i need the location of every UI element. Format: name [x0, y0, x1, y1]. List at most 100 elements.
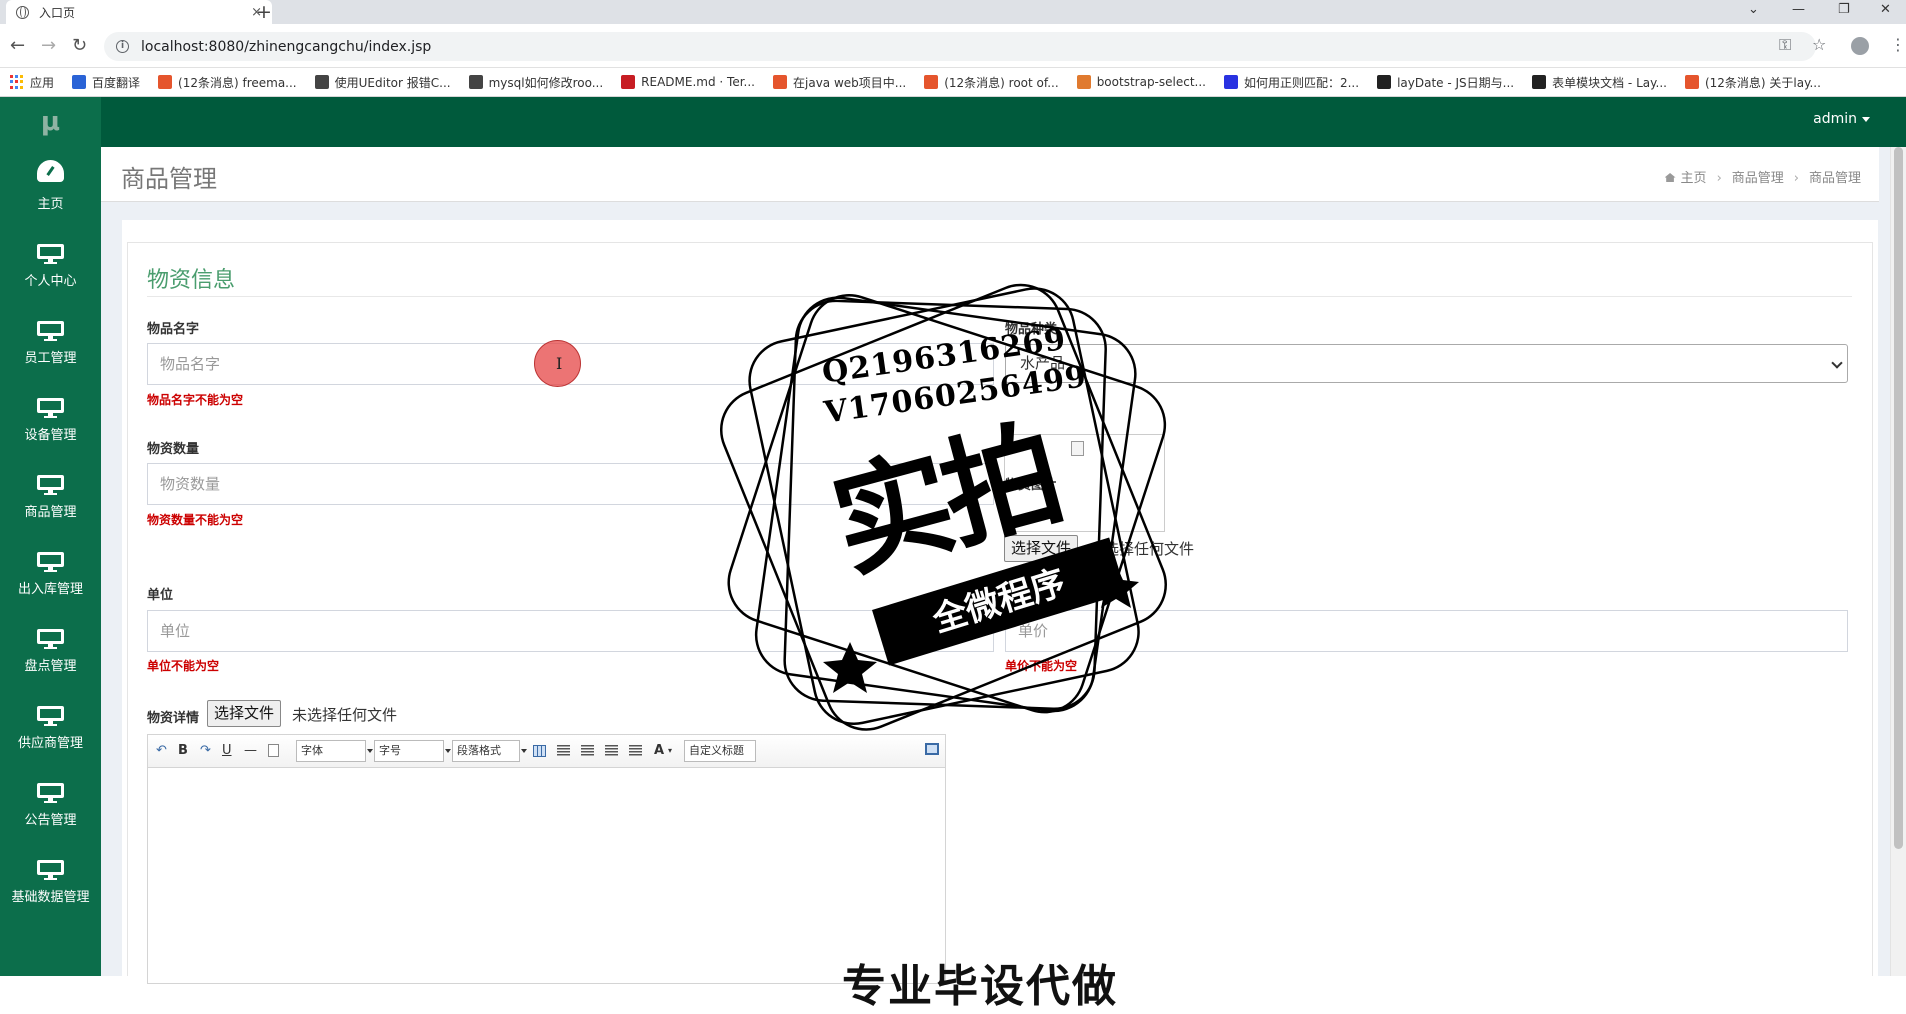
- align-justify-icon[interactable]: [629, 745, 642, 756]
- align-left-icon[interactable]: [557, 745, 570, 756]
- bookmark-item[interactable]: (12条消息) 关于lay...: [1684, 74, 1821, 91]
- sidebar-item-label: 个人中心: [24, 274, 77, 289]
- font-family-select[interactable]: 字体: [296, 740, 373, 762]
- unit-error: 单位不能为空: [147, 659, 220, 673]
- info-icon[interactable]: i: [116, 40, 129, 53]
- sidebar-item[interactable]: 员工管理: [0, 301, 101, 378]
- browser-tab-strip: 入口页 × + ⌄ — ❐ ✕: [0, 0, 1906, 24]
- url-text: localhost:8080/zhinengcangchu/index.jsp: [141, 38, 432, 55]
- bookmark-label: (12条消息) 关于lay...: [1704, 75, 1821, 90]
- detail-choose-file-button[interactable]: 选择文件: [207, 700, 282, 727]
- custom-title-select[interactable]: 自定义标题: [684, 740, 756, 762]
- paste-icon[interactable]: [268, 744, 279, 757]
- close-window-icon[interactable]: ✕: [1880, 2, 1891, 17]
- bookmark-label: README.md · Ter...: [641, 75, 755, 89]
- fullscreen-icon[interactable]: [925, 743, 939, 755]
- text-cursor-icon: I: [556, 354, 563, 373]
- sidebar-item[interactable]: 盘点管理: [0, 609, 101, 686]
- breadcrumb-section[interactable]: 商品管理: [1732, 171, 1784, 186]
- monitor-icon: [37, 475, 64, 495]
- url-field[interactable]: i localhost:8080/zhinengcangchu/index.js…: [104, 32, 1816, 61]
- bookmark-item[interactable]: 使用UEditor 报错C...: [314, 74, 451, 91]
- page-title: 商品管理: [121, 165, 217, 193]
- menu-kebab-icon[interactable]: ⋮: [1890, 35, 1906, 54]
- table-icon[interactable]: [533, 745, 546, 757]
- user-menu[interactable]: admin: [1813, 111, 1870, 127]
- translate-icon: [72, 75, 87, 89]
- baidu-icon: [1223, 75, 1238, 89]
- scrollbar-thumb[interactable]: [1894, 147, 1903, 849]
- sidebar: 主页个人中心员工管理 设备管理 商品管理 出入库管理 盘点管理 供应商管理 公告管理基础数据…: [0, 147, 101, 976]
- layui-icon: [1377, 75, 1392, 89]
- redo-icon[interactable]: ↷: [200, 742, 211, 760]
- breadcrumb-home[interactable]: 主页: [1681, 171, 1707, 186]
- font-color-dropdown-icon[interactable]: ▾: [668, 742, 672, 760]
- monitor-icon: [37, 860, 64, 880]
- underline-button[interactable]: U: [222, 742, 232, 760]
- sidebar-item[interactable]: 商品管理: [0, 455, 101, 532]
- sidebar-item[interactable]: 基础数据管理: [0, 840, 101, 917]
- breadcrumb-current: 商品管理: [1808, 171, 1861, 186]
- home-icon: [1664, 173, 1676, 182]
- app-logo[interactable]: μ: [0, 97, 101, 147]
- paragraph-format-select[interactable]: 段落格式: [452, 740, 527, 762]
- minimize-icon[interactable]: —: [1792, 2, 1805, 17]
- app-header: μ admin: [0, 97, 1906, 147]
- rich-text-editor[interactable]: ↶ B ↷ U — 字体 字号 段落格式 A ▾ 自定义标题: [147, 734, 946, 984]
- horizontal-rule-button[interactable]: —: [244, 742, 257, 760]
- back-icon[interactable]: ←: [10, 35, 25, 56]
- bookmark-item[interactable]: 在java web项目中...: [773, 74, 906, 91]
- apps-icon: [10, 75, 24, 89]
- bookmark-label: 应用: [30, 75, 55, 90]
- star-icon[interactable]: ☆: [1812, 35, 1826, 54]
- bookmark-item[interactable]: 如何用正则匹配：2...: [1223, 74, 1360, 91]
- bookmark-item[interactable]: mysql如何修改roo...: [468, 74, 603, 91]
- tab-title: 入口页: [39, 5, 76, 20]
- align-right-icon[interactable]: [581, 745, 594, 756]
- reload-icon[interactable]: ↻: [72, 35, 87, 56]
- detail-file-status: 未选择任何文件: [292, 706, 398, 724]
- section-title: 物资信息: [147, 268, 236, 293]
- bookmark-label: bootstrap-select...: [1096, 75, 1206, 89]
- align-center-icon[interactable]: [605, 745, 618, 756]
- tab-search-icon[interactable]: ⌄: [1748, 2, 1759, 17]
- font-size-select[interactable]: 字号: [374, 740, 451, 762]
- bold-button[interactable]: B: [178, 742, 188, 760]
- sidebar-item-label: 基础数据管理: [11, 890, 90, 905]
- dashboard-icon: [37, 160, 64, 182]
- bookmark-item[interactable]: 应用: [10, 74, 54, 91]
- restore-icon[interactable]: ❐: [1838, 2, 1850, 17]
- unit-label: 单位: [147, 588, 174, 603]
- profile-icon[interactable]: [1851, 37, 1869, 55]
- bookmark-item[interactable]: (12条消息) freema...: [158, 74, 297, 91]
- sidebar-item[interactable]: 设备管理: [0, 378, 101, 455]
- undo-icon[interactable]: ↶: [156, 742, 167, 760]
- address-bar: ← → ↻ i localhost:8080/zhinengcangchu/in…: [0, 24, 1906, 68]
- gitee-icon: [621, 75, 636, 89]
- bookmark-item[interactable]: bootstrap-select...: [1076, 75, 1206, 89]
- cnblogs-icon: [1076, 75, 1091, 89]
- monitor-icon: [37, 552, 64, 572]
- new-tab-button[interactable]: +: [256, 1, 272, 23]
- key-icon[interactable]: ⚿: [1779, 35, 1791, 55]
- bookmark-item[interactable]: 表单模块文档 - Lay...: [1532, 74, 1667, 91]
- csdn-icon: [924, 75, 939, 89]
- sidebar-item[interactable]: 公告管理: [0, 763, 101, 840]
- bookmark-label: 如何用正则匹配：2...: [1243, 75, 1360, 90]
- sidebar-item[interactable]: 供应商管理: [0, 686, 101, 763]
- dropdown-arrow-icon: [367, 749, 373, 753]
- sidebar-item[interactable]: 主页: [0, 147, 101, 224]
- sidebar-item[interactable]: 出入库管理: [0, 532, 101, 609]
- forward-icon[interactable]: →: [41, 35, 56, 56]
- browser-tab[interactable]: 入口页 ×: [6, 0, 272, 24]
- bookmark-item[interactable]: 百度翻译: [72, 74, 140, 91]
- bookmark-label: layDate - JS日期与...: [1397, 75, 1515, 90]
- font-color-button[interactable]: A: [654, 742, 664, 760]
- bookmark-item[interactable]: layDate - JS日期与...: [1377, 74, 1514, 91]
- page-scrollbar[interactable]: [1890, 147, 1906, 976]
- sidebar-item-label: 主页: [37, 197, 64, 212]
- bookmark-item[interactable]: README.md · Ter...: [621, 75, 755, 89]
- bookmark-item[interactable]: (12条消息) root of...: [924, 74, 1059, 91]
- dropdown-arrow-icon: [445, 749, 451, 753]
- sidebar-item[interactable]: 个人中心: [0, 224, 101, 301]
